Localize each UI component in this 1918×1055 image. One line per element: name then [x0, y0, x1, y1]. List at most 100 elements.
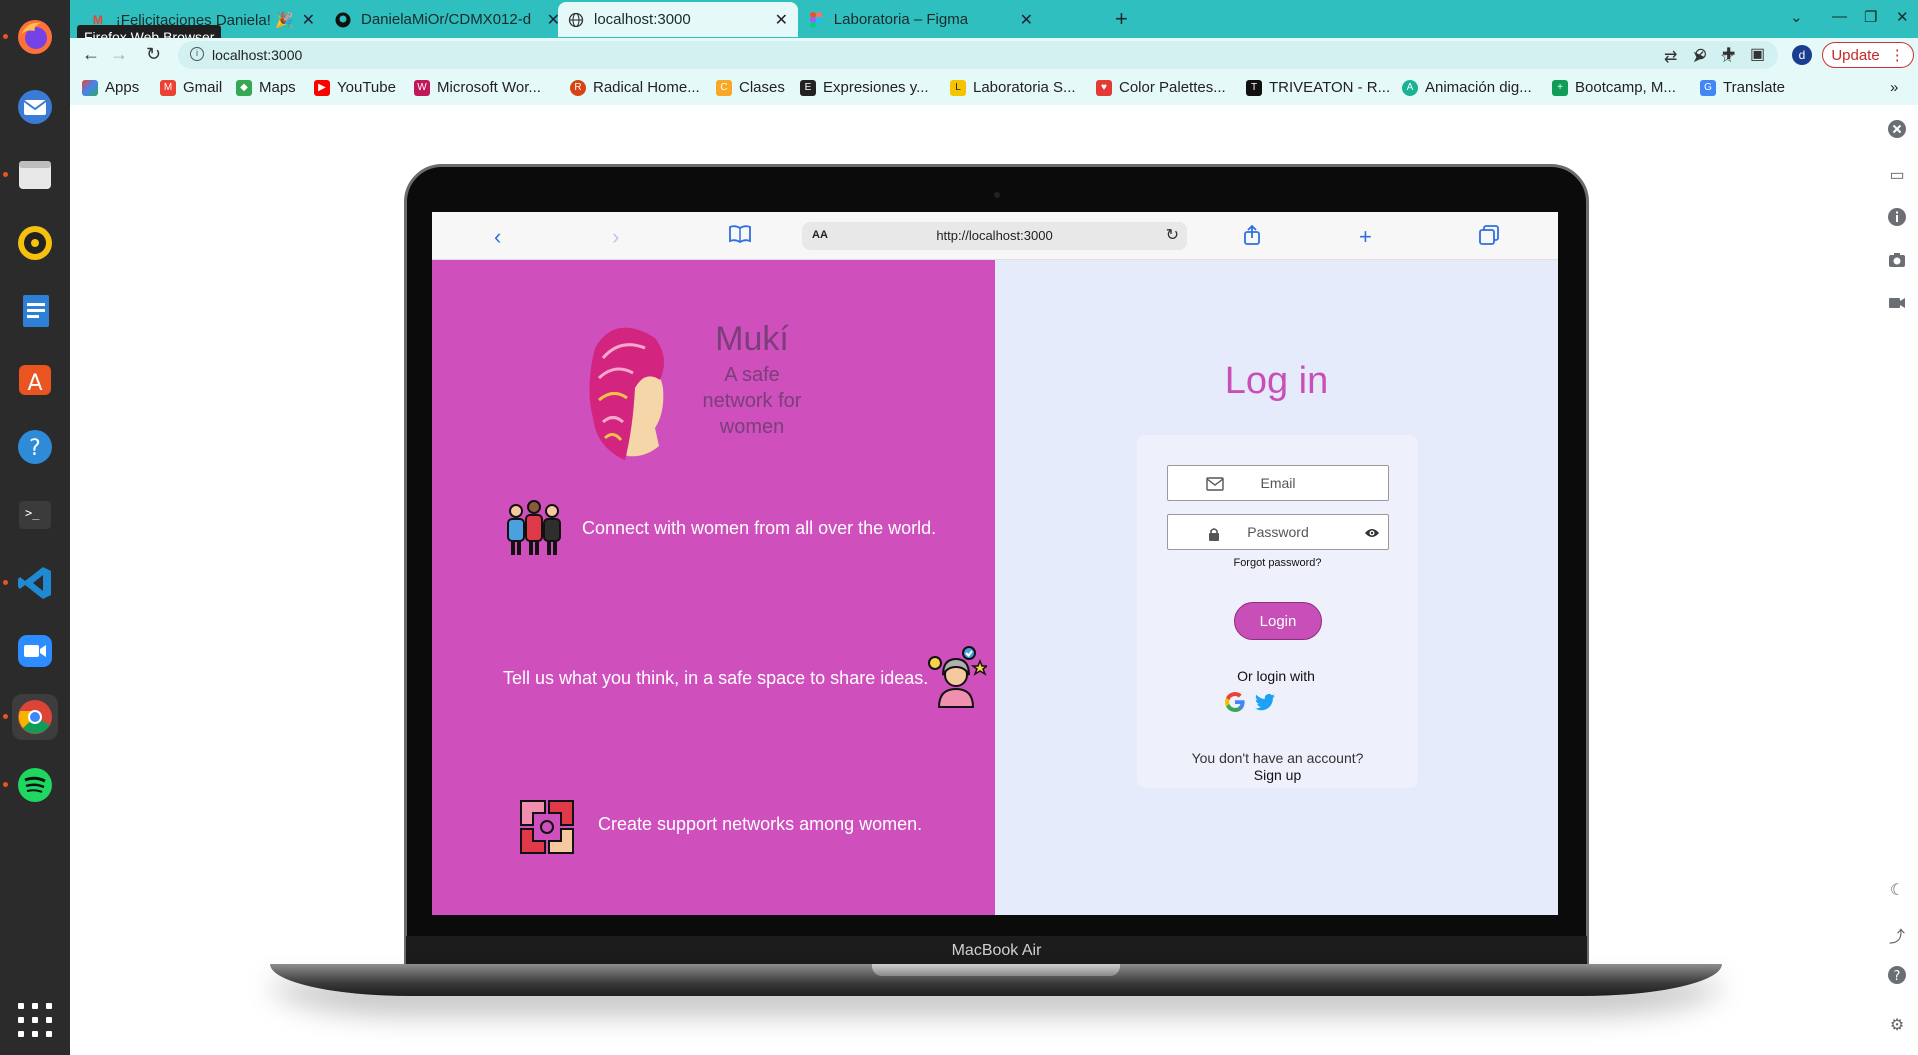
- expresiones-icon: E: [800, 79, 816, 96]
- spotify-launcher[interactable]: [12, 762, 58, 808]
- google-icon[interactable]: [1223, 690, 1247, 714]
- help-icon[interactable]: ?: [1887, 965, 1907, 985]
- safari-reload-icon[interactable]: ↻: [1166, 225, 1179, 245]
- bookmark-triveaton[interactable]: T TRIVEATON - R...: [1246, 79, 1390, 96]
- password-input[interactable]: [1168, 515, 1388, 549]
- login-title: Log in: [1224, 360, 1329, 402]
- bookmark-radical[interactable]: R Radical Home...: [570, 79, 700, 96]
- bookmarks-bar: Apps M Gmail ◆ Maps ▶ YouTube W Microsoft Wo…: [70, 72, 1918, 105]
- info-icon[interactable]: [1887, 207, 1907, 227]
- camera-dot: [994, 192, 1000, 198]
- youtube-icon: ▶: [314, 79, 330, 96]
- signup-link[interactable]: Sign up: [1137, 767, 1418, 783]
- laboratoria-icon: L: [950, 79, 966, 96]
- close-circle-icon[interactable]: [1887, 119, 1907, 139]
- forgot-password-link[interactable]: Forgot password?: [1137, 557, 1418, 569]
- help-icon: ?: [18, 430, 52, 464]
- bookmark-expresiones[interactable]: E Expresiones y...: [800, 79, 929, 96]
- new-tab-plus-icon[interactable]: +: [1359, 224, 1372, 250]
- email-field[interactable]: [1167, 465, 1389, 501]
- close-icon[interactable]: ✕: [1020, 10, 1033, 30]
- reload-button[interactable]: ↻: [146, 44, 161, 65]
- writer-launcher[interactable]: [12, 288, 58, 334]
- dark-mode-icon[interactable]: ☾: [1887, 880, 1907, 900]
- side-panel-icon[interactable]: ▣: [1750, 44, 1765, 64]
- login-button[interactable]: Login: [1234, 602, 1322, 640]
- ubuntu-dock: A ? >_: [0, 0, 70, 1055]
- back-button[interactable]: ←: [82, 44, 100, 65]
- tab-localhost[interactable]: localhost:3000 ✕: [558, 2, 798, 37]
- close-window-button[interactable]: ✕: [1896, 8, 1909, 26]
- tab-github[interactable]: DanielaMiOr/CDMX012-d ✕: [325, 2, 570, 37]
- terminal-launcher[interactable]: >_: [12, 492, 58, 538]
- running-indicator: [3, 782, 8, 787]
- video-icon[interactable]: [1887, 293, 1907, 313]
- info-icon[interactable]: i: [190, 47, 204, 61]
- safari-back-icon[interactable]: ‹: [494, 224, 501, 250]
- zoom-launcher[interactable]: [12, 628, 58, 674]
- software-launcher[interactable]: A: [12, 356, 58, 402]
- animacion-icon: A: [1402, 79, 1418, 96]
- bookmark-youtube[interactable]: ▶ YouTube: [314, 79, 396, 96]
- help-launcher[interactable]: ?: [12, 424, 58, 470]
- bookmark-microsoft[interactable]: W Microsoft Wor...: [414, 79, 541, 96]
- bookmark-label: Maps: [259, 79, 296, 96]
- close-icon[interactable]: ✕: [775, 10, 788, 30]
- translate-icon[interactable]: ⇄: [1664, 47, 1677, 67]
- new-tab-button[interactable]: +: [1115, 6, 1128, 32]
- chrome-launcher[interactable]: [12, 694, 58, 740]
- bookmark-color-palettes[interactable]: ♥ Color Palettes...: [1096, 79, 1226, 96]
- update-button[interactable]: Update ⋮: [1822, 42, 1914, 68]
- devices-icon[interactable]: ▭: [1887, 165, 1907, 185]
- tab-title: localhost:3000: [594, 11, 691, 28]
- tabs-overview-icon[interactable]: [1478, 224, 1500, 252]
- bookmark-label: Translate: [1723, 79, 1785, 96]
- translate-icon: G: [1700, 79, 1716, 96]
- classroom-icon: C: [716, 79, 732, 96]
- bookmark-bootcamp[interactable]: + Bootcamp, M...: [1552, 79, 1676, 96]
- puzzle-icon[interactable]: ✚: [1722, 44, 1735, 64]
- email-input[interactable]: [1168, 466, 1388, 500]
- more-bookmarks-icon[interactable]: »: [1890, 79, 1898, 96]
- restore-button[interactable]: ❐: [1864, 8, 1877, 26]
- feature-support-text: Create support networks among women.: [598, 814, 923, 834]
- close-icon[interactable]: ✕: [302, 10, 315, 30]
- twitter-icon[interactable]: [1253, 690, 1277, 714]
- bookmark-animacion[interactable]: A Animación dig...: [1402, 79, 1532, 96]
- password-field[interactable]: [1167, 514, 1389, 550]
- minimize-button[interactable]: —: [1832, 8, 1847, 25]
- show-applications-button[interactable]: [18, 1003, 52, 1037]
- rhythmbox-launcher[interactable]: [12, 220, 58, 266]
- extension-icon[interactable]: ⊘: [1694, 44, 1707, 64]
- camera-icon[interactable]: [1887, 250, 1907, 270]
- tab-search-icon[interactable]: ⌄: [1790, 8, 1803, 26]
- bookmark-label: Radical Home...: [593, 79, 700, 96]
- tab-figma[interactable]: Laboratoria – Figma ✕: [798, 2, 1043, 37]
- share-icon[interactable]: ⤴: [1887, 923, 1907, 946]
- software-center-icon: A: [19, 365, 51, 396]
- show-password-eye-icon[interactable]: [1364, 527, 1380, 539]
- bookmark-translate[interactable]: G Translate: [1700, 79, 1785, 96]
- firefox-launcher[interactable]: [12, 14, 58, 60]
- share-icon[interactable]: [1242, 224, 1262, 252]
- bookmark-apps[interactable]: Apps: [82, 79, 139, 96]
- gmail-icon: M: [160, 79, 176, 96]
- svg-text:?: ?: [29, 436, 41, 461]
- safari-forward-icon[interactable]: ›: [612, 224, 619, 250]
- profile-avatar[interactable]: d: [1792, 45, 1812, 65]
- bookmark-laboratoria[interactable]: L Laboratoria S...: [950, 79, 1076, 96]
- mail-launcher[interactable]: [12, 84, 58, 130]
- address-bar[interactable]: i localhost:3000 ⇄ ➤ ☆: [178, 41, 1778, 69]
- vscode-launcher[interactable]: [12, 560, 58, 606]
- bookmark-gmail[interactable]: M Gmail: [160, 79, 222, 96]
- bookmarks-book-icon[interactable]: [728, 224, 752, 250]
- or-login-with-label: Or login with: [1237, 668, 1315, 684]
- bookmark-maps[interactable]: ◆ Maps: [236, 79, 296, 96]
- bookmark-clases[interactable]: C Clases: [716, 79, 785, 96]
- safari-address-bar[interactable]: AA http://localhost:3000 ↻: [802, 222, 1187, 250]
- files-launcher[interactable]: [12, 152, 58, 198]
- forward-button[interactable]: →: [110, 44, 128, 65]
- tab-title: Laboratoria – Figma: [833, 11, 969, 28]
- rhythmbox-icon: [18, 226, 52, 260]
- settings-gear-icon[interactable]: ⚙: [1887, 1015, 1907, 1035]
